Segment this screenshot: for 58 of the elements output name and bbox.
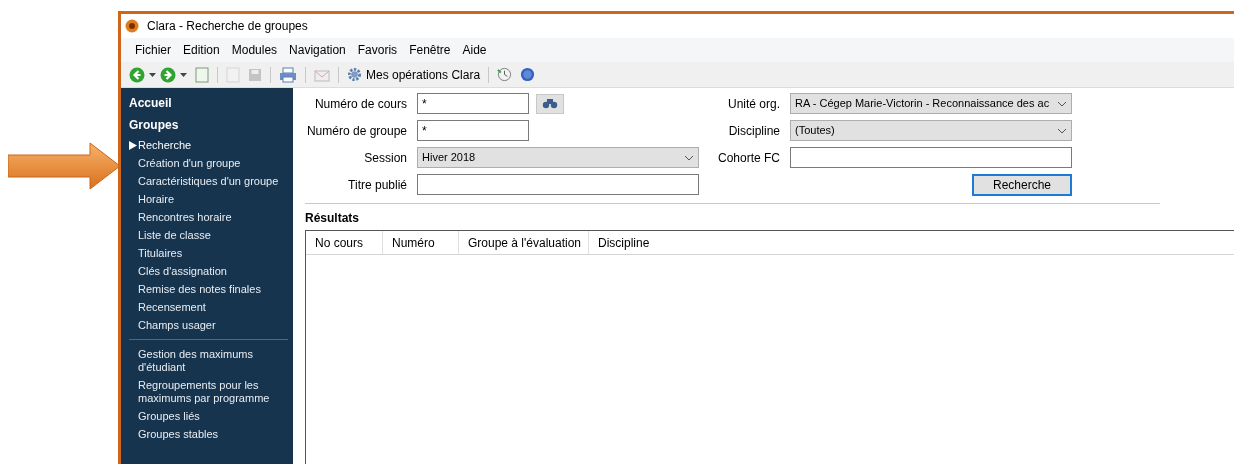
window-title: Clara - Recherche de groupes <box>147 18 308 35</box>
menu-item[interactable]: Fenêtre <box>403 41 457 59</box>
column-header[interactable]: Groupe à l'évaluation <box>459 231 589 254</box>
sidebar-item[interactable]: Rencontres horaire <box>138 210 232 224</box>
sidebar-heading[interactable]: Groupes <box>129 114 288 136</box>
binoculars-icon <box>542 98 558 109</box>
chevron-down-icon <box>1057 127 1067 134</box>
sidebar-item[interactable]: Création d'un groupe <box>138 156 241 170</box>
chevron-down-icon <box>1057 100 1067 107</box>
input-field[interactable] <box>417 174 699 195</box>
input-field[interactable]: * <box>417 93 529 114</box>
history-icon[interactable] <box>497 67 513 82</box>
dropdown[interactable]: RA - Cégep Marie-Victorin - Reconnaissance des ac <box>790 93 1072 114</box>
sidebar-item[interactable]: Recensement <box>138 300 206 314</box>
operations-button[interactable]: Mes opérations Clara <box>343 65 485 84</box>
menu-item[interactable]: Edition <box>177 41 226 59</box>
sidebar-item[interactable]: Liste de classe <box>138 228 211 242</box>
sidebar-item[interactable]: Regroupements pour les maximums par programme <box>138 378 288 405</box>
field-label: Cohorte FC <box>716 149 781 167</box>
input-field[interactable]: * <box>417 120 529 141</box>
search-submit-button[interactable]: Recherche <box>972 174 1072 196</box>
help-icon[interactable] <box>520 67 536 82</box>
column-header[interactable]: Numéro <box>383 231 459 254</box>
chevron-down-icon <box>684 154 694 161</box>
gear-icon <box>347 67 362 82</box>
field-label: Numéro de groupe <box>305 122 408 140</box>
field-label: Unité org. <box>726 95 781 113</box>
sidebar-item[interactable]: Groupes stables <box>138 427 219 441</box>
field-label: Session <box>363 149 408 167</box>
column-header[interactable]: Discipline <box>589 231 659 254</box>
sidebar-item[interactable]: Horaire <box>138 192 175 206</box>
search-button[interactable] <box>536 93 564 114</box>
menu-item[interactable]: Modules <box>225 41 284 59</box>
app-logo-icon <box>125 19 139 33</box>
print-icon[interactable] <box>279 66 297 83</box>
sidebar-heading[interactable]: Accueil <box>129 92 288 114</box>
field-label: Numéro de cours <box>313 95 408 113</box>
results-title: Résultats <box>305 210 361 227</box>
sidebar-item[interactable]: Recherche <box>138 138 192 152</box>
field-label: Discipline <box>727 122 781 140</box>
column-header[interactable]: No cours <box>306 231 383 254</box>
dropdown-caret-icon[interactable] <box>149 72 156 77</box>
sidebar-item[interactable]: Titulaires <box>138 246 183 260</box>
sidebar-item[interactable]: Gestion des maximums d'étudiant <box>138 347 288 374</box>
sidebar-item[interactable]: Caractéristiques d'un groupe <box>138 174 279 188</box>
menu-item[interactable]: Fichier <box>129 41 177 59</box>
dropdown[interactable]: (Toutes) <box>790 120 1072 141</box>
sidebar-item[interactable]: Champs usager <box>138 318 216 332</box>
menu-item[interactable]: Aide <box>456 41 493 59</box>
sidebar-item[interactable]: Remise des notes finales <box>138 282 261 296</box>
menu-item[interactable]: Navigation <box>283 41 352 59</box>
field-label: Titre publié <box>347 176 408 194</box>
dropdown-caret-icon[interactable] <box>180 72 187 77</box>
dropdown[interactable]: Hiver 2018 <box>417 147 699 168</box>
input-field[interactable] <box>790 147 1072 168</box>
sidebar-item[interactable]: Clés d'assignation <box>138 264 227 278</box>
sidebar-item[interactable]: Groupes liés <box>138 409 200 423</box>
menu-item[interactable]: Favoris <box>351 41 404 59</box>
